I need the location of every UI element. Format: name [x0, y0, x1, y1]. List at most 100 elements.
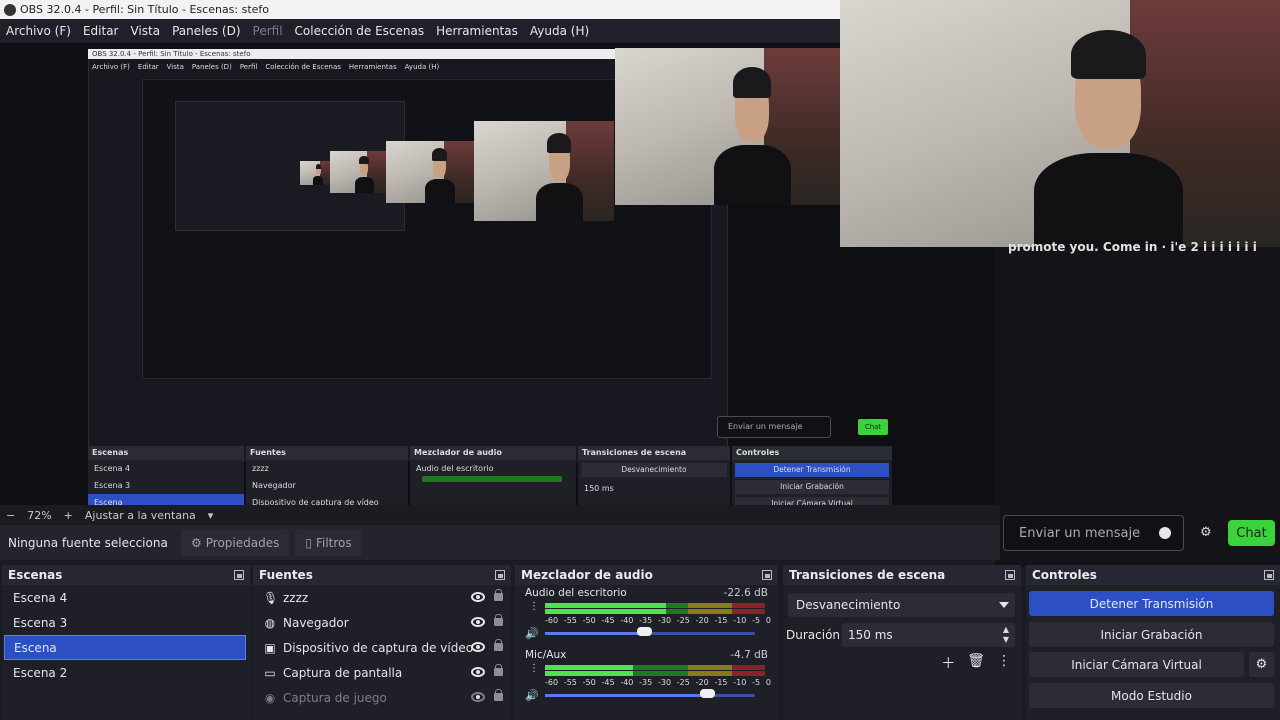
sources-dock-header: Fuentes [253, 565, 511, 585]
lock-icon[interactable] [494, 614, 503, 626]
properties-button[interactable]: ⚙ Propiedades [181, 529, 290, 556]
globe-icon: ◍ [264, 615, 276, 630]
filters-label: Filtros [315, 535, 352, 550]
chat-message-text: promote you. Come in · i'e 2 i i i i i i… [1008, 240, 1257, 254]
meter-scale-tick: -40 [620, 616, 634, 625]
start-recording-button[interactable]: Iniciar Grabación [1029, 622, 1274, 647]
meter-scale-tick: -35 [639, 678, 653, 687]
transition-select[interactable]: Desvanecimiento [788, 593, 1015, 617]
volume-meter [545, 603, 765, 615]
gamepad-icon: ◉ [264, 690, 276, 705]
more-options-icon[interactable]: ⋮ [997, 653, 1011, 673]
undock-icon[interactable] [762, 570, 772, 580]
properties-label: Propiedades [205, 535, 280, 550]
volume-slider-handle[interactable] [699, 689, 715, 698]
undock-icon[interactable] [234, 570, 244, 580]
no-source-selected-label: Ninguna fuente selecciona [8, 535, 168, 550]
scene-item-selected[interactable]: Escena [4, 635, 246, 660]
webcam-thumbnail [300, 161, 330, 185]
zoom-in-button[interactable]: + [58, 509, 79, 522]
scenes-dock-title: Escenas [8, 568, 63, 582]
menu-editar[interactable]: Editar [77, 24, 125, 38]
add-transition-icon[interactable]: ＋ [941, 653, 955, 673]
meter-scale-tick: -15 [714, 616, 728, 625]
speaker-icon[interactable]: 🔊 [525, 689, 539, 702]
meter-scale-tick: -25 [676, 678, 690, 687]
nested-transitions-dock: Transiciones de escena Desvanecimiento 1… [578, 446, 730, 505]
nested-sources-dock: Fuentes zzzz Navegador Dispositivo de ca… [246, 446, 408, 505]
visibility-eye-icon[interactable] [471, 592, 485, 602]
duration-spinbox[interactable]: 150 ms ▲ ▼ [842, 623, 1015, 647]
scene-item[interactable]: Escena 3 [4, 610, 246, 635]
start-virtual-camera-button[interactable]: Iniciar Cámara Virtual [1029, 652, 1244, 677]
sources-dock-title: Fuentes [259, 568, 313, 582]
source-item[interactable]: ◍ Navegador [253, 610, 511, 635]
menu-bar: Archivo (F) Editar Vista Paneles (D) Per… [0, 19, 840, 43]
meter-scale-tick: -45 [601, 616, 615, 625]
nested-scenes-dock: Escenas Escena 4 Escena 3 Escena Escena … [88, 446, 244, 505]
menu-vista[interactable]: Vista [124, 24, 166, 38]
meter-scale-tick: 0 [765, 678, 771, 687]
mixer-channel: Mic/Aux -4.7 dB ⋮ -60 -55 -50 -45 -40 -35 -30 -25-… [515, 647, 778, 709]
emoji-icon[interactable] [1159, 527, 1171, 539]
nested-mixer-dock: Mezclador de audio Audio del escritorio … [410, 446, 576, 505]
stop-stream-button[interactable]: Detener Transmisión [1029, 591, 1274, 616]
menu-ayuda[interactable]: Ayuda (H) [524, 24, 595, 38]
lock-icon[interactable] [494, 639, 503, 651]
source-item[interactable]: ▭ Captura de pantalla [253, 660, 511, 685]
zoom-level: 72% [27, 508, 52, 522]
source-toolbar: Ninguna fuente selecciona ⚙ Propiedades … [0, 525, 1000, 560]
chat-message-input[interactable]: Enviar un mensaje [1003, 515, 1184, 551]
fit-dropdown-chevron-icon[interactable]: ▾ [202, 509, 220, 522]
controls-dock: Controles Detener Transmisión Iniciar Gr… [1026, 565, 1280, 720]
lock-icon[interactable] [494, 689, 503, 701]
gear-icon: ⚙ [191, 535, 202, 550]
undock-icon[interactable] [495, 570, 505, 580]
transition-select-value: Desvanecimiento [796, 598, 901, 612]
source-item[interactable]: ▣ Dispositivo de captura de vídeo [253, 635, 511, 660]
visibility-eye-icon[interactable] [471, 642, 485, 652]
channel-menu-icon[interactable]: ⋮ [529, 602, 539, 612]
visibility-eye-icon[interactable] [471, 692, 485, 702]
filter-icon: ▯ [305, 535, 312, 550]
source-item[interactable]: ◉ Captura de juego [253, 685, 511, 710]
chat-settings-gear-icon[interactable]: ⚙ [1200, 525, 1212, 540]
menu-archivo[interactable]: Archivo (F) [0, 24, 77, 38]
window-title: OBS 32.0.4 - Perfil: Sin Título - Escena… [20, 3, 270, 16]
lock-icon[interactable] [494, 589, 503, 601]
meter-scale-tick: 0 [765, 616, 771, 625]
volume-slider[interactable] [545, 694, 755, 697]
scene-item[interactable]: Escena 4 [4, 585, 246, 610]
visibility-eye-icon[interactable] [471, 617, 485, 627]
monitor-icon: ▭ [264, 665, 276, 680]
zoom-out-button[interactable]: − [0, 509, 21, 522]
undock-icon[interactable] [1005, 570, 1015, 580]
menu-paneles[interactable]: Paneles (D) [166, 24, 246, 38]
window-titlebar: OBS 32.0.4 - Perfil: Sin Título - Escena… [0, 0, 840, 19]
chat-send-button[interactable]: Chat [1228, 520, 1275, 546]
scenes-dock: Escenas Escena 4 Escena 3 Escena Escena … [2, 565, 250, 720]
duration-label: Duración [786, 628, 841, 642]
virtual-camera-gear-icon[interactable]: ⚙ [1249, 652, 1274, 677]
volume-slider-handle[interactable] [636, 627, 652, 636]
studio-mode-button[interactable]: Modo Estudio [1029, 683, 1274, 708]
source-item[interactable]: 🎙 zzzz [253, 585, 511, 610]
scene-item[interactable]: Escena 2 [4, 660, 246, 685]
source-item-label: Dispositivo de captura de vídeo [283, 640, 474, 655]
lock-icon[interactable] [494, 664, 503, 676]
spin-up-down-icon[interactable]: ▲ ▼ [1003, 625, 1009, 645]
fit-to-window-label[interactable]: Ajustar a la ventana [79, 509, 202, 522]
delete-transition-icon[interactable]: 🗑 [967, 653, 985, 673]
sources-dock: Fuentes 🎙 zzzz ◍ Navegador ▣ Dispositivo de c… [253, 565, 511, 720]
channel-db-readout: -4.7 dB [730, 649, 768, 661]
channel-menu-icon[interactable]: ⋮ [529, 664, 539, 674]
menu-herramientas[interactable]: Herramientas [430, 24, 524, 38]
speaker-icon[interactable]: 🔊 [525, 627, 539, 640]
meter-scale-tick: -55 [563, 616, 577, 625]
menu-coleccion-escenas[interactable]: Colección de Escenas [289, 24, 431, 38]
undock-icon[interactable] [1264, 570, 1274, 580]
filters-button[interactable]: ▯ Filtros [295, 529, 362, 556]
mixer-channel: Audio del escritorio -22.6 dB ⋮ -60 -55 -50 -4… [515, 585, 778, 647]
meter-scale: -60 -55 -50 -45 -40 -35 -30 -25 -20 -15 -10 -5 0 [545, 616, 771, 625]
visibility-eye-icon[interactable] [471, 667, 485, 677]
